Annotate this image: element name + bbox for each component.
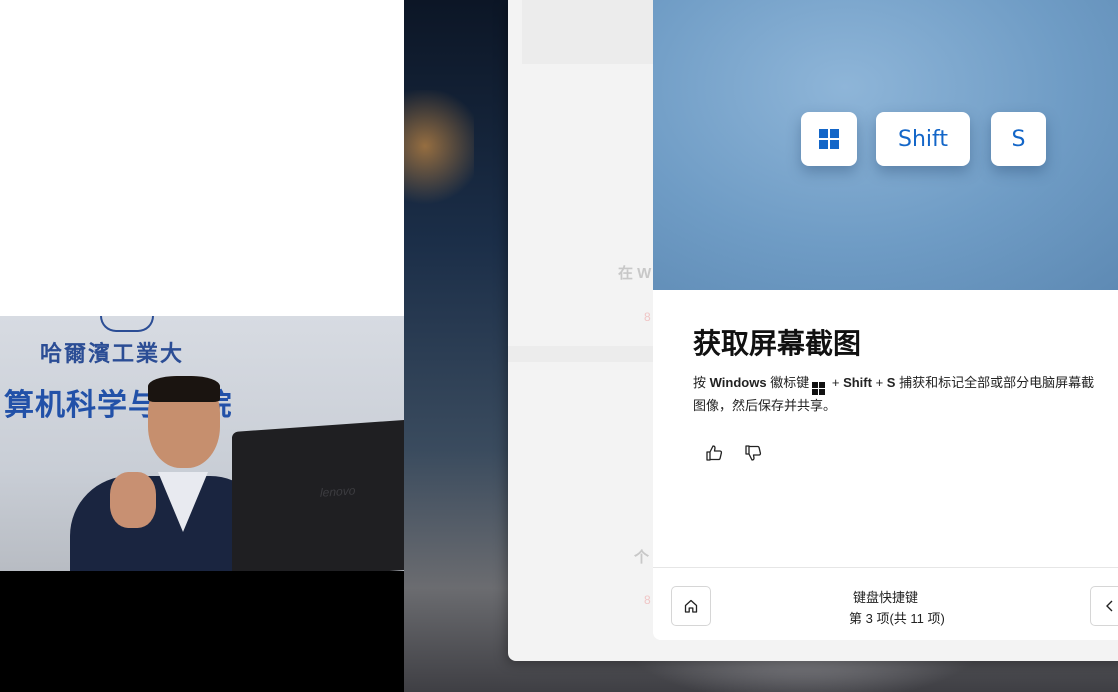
windows-logo-inline-icon: [812, 382, 826, 395]
windows-key: [801, 112, 857, 166]
s-key: S: [991, 112, 1046, 166]
tip-card: Shift S 获取屏幕截图 按 Windows 徽标键 + Shift + S…: [653, 0, 1118, 640]
background-row: [508, 346, 658, 362]
university-emblem: [100, 316, 154, 332]
wallpaper-city-lights: [404, 90, 474, 230]
window-title-area: [522, 0, 662, 64]
desc-s: S: [886, 375, 896, 390]
video-overlay[interactable]: 哈爾濱工業大 算机科学与技 院 lenovo: [0, 0, 404, 692]
desc-plus-1: +: [831, 375, 840, 390]
desc-line-2: 图像，然后保存并共享。: [693, 398, 837, 413]
tip-hero-image: Shift S: [653, 0, 1118, 290]
desc-logo-key: 徽标键: [770, 375, 810, 390]
desc-plus-2: +: [875, 375, 884, 390]
home-icon: [684, 599, 698, 613]
windows-logo-icon: [819, 129, 839, 149]
video-frame: 哈爾濱工業大 算机科学与技 院 lenovo: [0, 316, 404, 571]
thumbs-down-icon: [745, 445, 762, 461]
sign-university-name: 哈爾濱工業大: [40, 341, 185, 367]
background-subheading: 个: [634, 549, 650, 566]
computer-monitor: lenovo: [232, 419, 404, 571]
background-heading: 在 W: [618, 265, 652, 282]
desc-windows: Windows: [709, 375, 767, 390]
thumbs-down-button[interactable]: [740, 440, 766, 466]
desc-rest: 捕获和标记全部或部分电脑屏幕截: [899, 375, 1095, 390]
tip-footer: 键盘快捷键 第 3 项(共 11 项): [653, 567, 1118, 640]
home-button[interactable]: [671, 586, 711, 626]
desc-shift: Shift: [843, 375, 872, 390]
previous-button[interactable]: [1090, 586, 1118, 626]
video-blank-area: [0, 0, 404, 316]
tip-title: 获取屏幕截图: [693, 327, 862, 360]
item-counter: 第 3 项(共 11 项): [849, 611, 945, 626]
thumbs-up-icon: [706, 445, 723, 461]
shift-key: Shift: [876, 112, 970, 166]
tip-description: 按 Windows 徽标键 + Shift + S 捕获和标记全部或部分电脑屏幕…: [693, 372, 1118, 417]
collection-title: 键盘快捷键: [853, 590, 919, 605]
thumbs-up-button[interactable]: [701, 440, 727, 466]
background-badge-1: 8: [644, 310, 651, 324]
background-badge-2: 8: [644, 593, 651, 607]
monitor-brand: lenovo: [320, 483, 356, 500]
desc-prefix: 按: [693, 375, 707, 390]
chevron-left-icon: [1106, 600, 1113, 612]
